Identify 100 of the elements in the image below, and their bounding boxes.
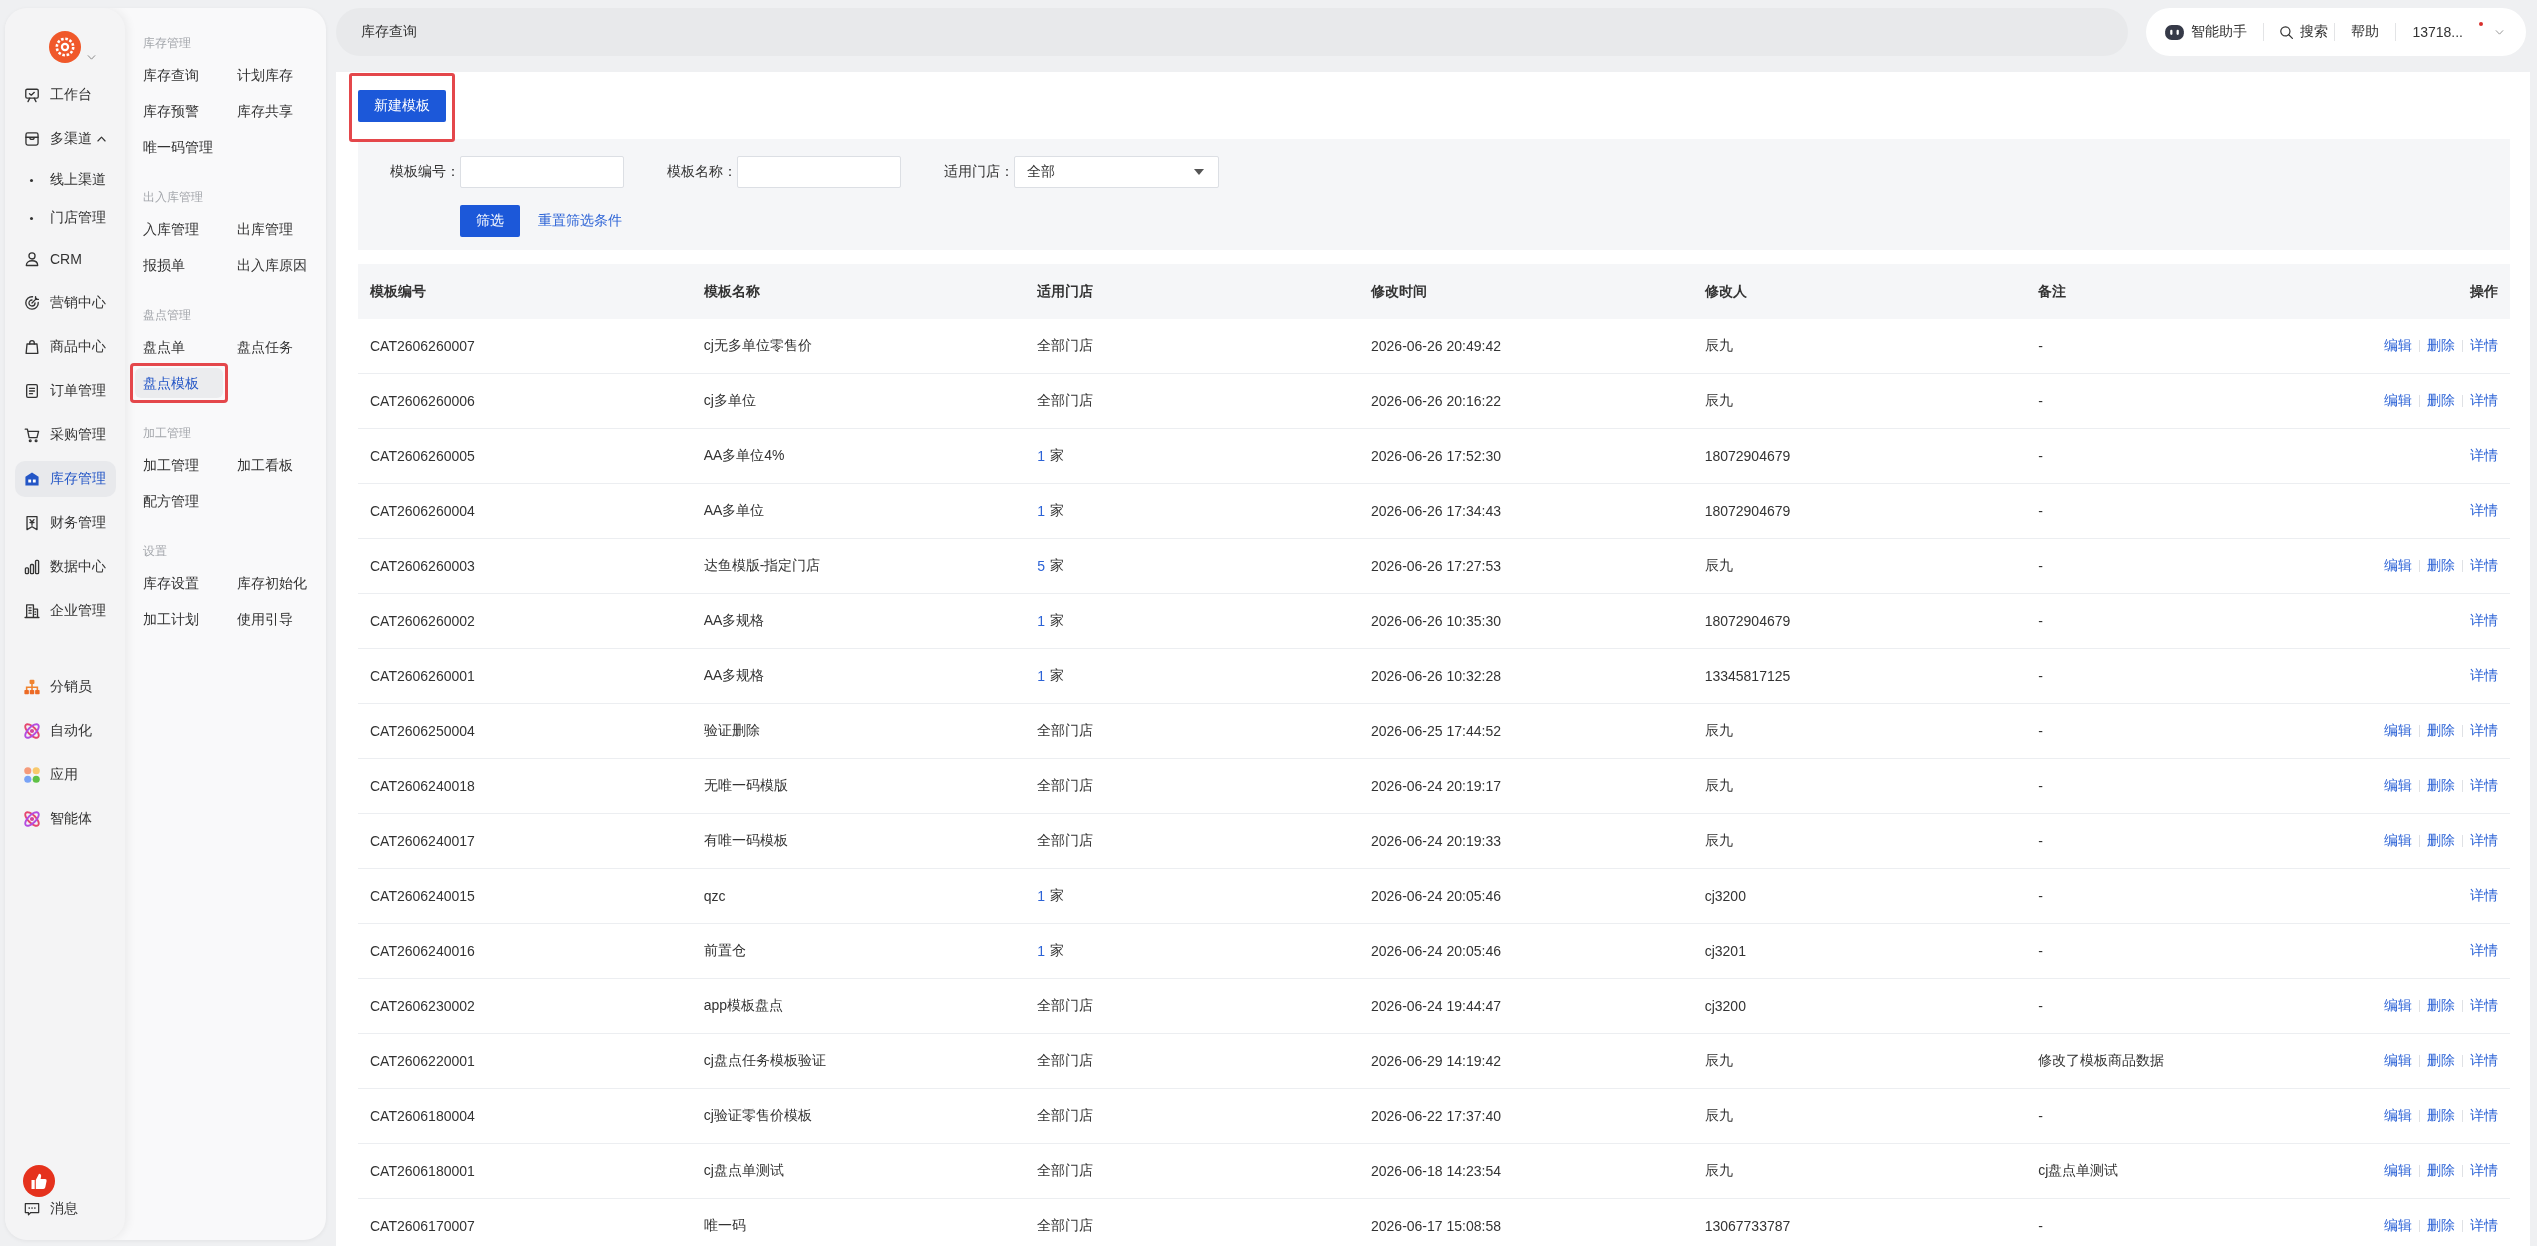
row-action-link[interactable]: 编辑	[2384, 337, 2412, 355]
assistant-button[interactable]: 智能助手	[2165, 23, 2248, 41]
row-action-link[interactable]: 详情	[2470, 1217, 2498, 1235]
row-action-link[interactable]: 编辑	[2384, 832, 2412, 850]
app-nav-item[interactable]: 智能体	[15, 801, 116, 837]
row-action-link[interactable]: 详情	[2470, 447, 2498, 465]
row-action-link[interactable]: 详情	[2470, 997, 2498, 1015]
row-action-link[interactable]: 编辑	[2384, 722, 2412, 740]
row-action-link[interactable]: 删除	[2427, 1052, 2455, 1070]
nav-item[interactable]: 采购管理	[15, 417, 116, 453]
nav-item[interactable]: 库存管理	[15, 461, 116, 497]
row-action-link[interactable]: 编辑	[2384, 997, 2412, 1015]
submenu-item[interactable]: 库存预警	[135, 96, 223, 126]
row-action-link[interactable]: 详情	[2470, 832, 2498, 850]
submenu-item[interactable]: 加工看板	[229, 450, 317, 480]
submenu-item[interactable]: 出入库原因	[229, 250, 317, 280]
filter-button[interactable]: 筛选	[460, 205, 520, 237]
row-action-link[interactable]: 编辑	[2384, 1107, 2412, 1125]
row-action-link[interactable]: 详情	[2470, 502, 2498, 520]
submenu-item[interactable]: 库存共享	[229, 96, 317, 126]
nav-item[interactable]: 订单管理	[15, 373, 116, 409]
store-count-link[interactable]: 1	[1037, 613, 1046, 629]
app-nav-item[interactable]: 分销员	[15, 669, 116, 705]
nav-item[interactable]: 营销中心	[15, 285, 116, 321]
nav-item[interactable]: 财务管理	[15, 505, 116, 541]
account-button[interactable]: 13718...	[2412, 22, 2504, 42]
row-action-link[interactable]: 详情	[2470, 1052, 2498, 1070]
row-action-link[interactable]: 删除	[2427, 1107, 2455, 1125]
row-action-link[interactable]: 编辑	[2384, 777, 2412, 795]
row-action-link[interactable]: 详情	[2470, 1162, 2498, 1180]
row-action-link[interactable]: 详情	[2470, 777, 2498, 795]
submenu-item[interactable]: 盘点模板	[135, 368, 223, 398]
store-count-link[interactable]: 1	[1037, 668, 1046, 684]
search-button[interactable]: 搜索	[2280, 23, 2329, 41]
row-action-link[interactable]: 删除	[2427, 777, 2455, 795]
row-action-link[interactable]: 编辑	[2384, 1217, 2412, 1235]
row-action-link[interactable]: 删除	[2427, 1162, 2455, 1180]
select-field[interactable]: 全部	[1014, 156, 1219, 188]
row-action-link[interactable]: 详情	[2470, 612, 2498, 630]
messages-item[interactable]: 消息	[15, 1197, 116, 1221]
row-action-link[interactable]: 详情	[2470, 942, 2498, 960]
nav-item[interactable]: 企业管理	[15, 593, 116, 629]
nav-item[interactable]: 工作台	[15, 77, 116, 113]
new-template-button[interactable]: 新建模板	[358, 90, 446, 122]
store-count-link[interactable]: 1	[1037, 448, 1046, 464]
logo-icon[interactable]	[49, 31, 81, 63]
nav-subitem[interactable]: 门店管理	[15, 203, 116, 233]
row-action-link[interactable]: 编辑	[2384, 557, 2412, 575]
store-unit-text: 家	[1050, 447, 1065, 465]
submenu-item[interactable]: 盘点单	[135, 332, 223, 362]
row-action-link[interactable]: 删除	[2427, 392, 2455, 410]
submenu-item[interactable]: 库存查询	[135, 60, 223, 90]
nav-subitem[interactable]: 线上渠道	[15, 165, 116, 195]
input-field[interactable]	[460, 156, 624, 188]
submenu-item[interactable]: 报损单	[135, 250, 223, 280]
row-action-link[interactable]: 详情	[2470, 392, 2498, 410]
page-tab[interactable]: 库存查询	[336, 8, 2129, 56]
row-action-link[interactable]: 详情	[2470, 1107, 2498, 1125]
thumbs-up-icon[interactable]	[23, 1165, 55, 1197]
row-action-link[interactable]: 删除	[2427, 337, 2455, 355]
submenu-item[interactable]: 出库管理	[229, 214, 317, 244]
row-action-link[interactable]: 删除	[2427, 997, 2455, 1015]
row-action-link[interactable]: 详情	[2470, 337, 2498, 355]
submenu-item[interactable]: 唯一码管理	[135, 132, 223, 162]
nav-item[interactable]: 数据中心	[15, 549, 116, 585]
store-count-link[interactable]: 1	[1037, 503, 1046, 519]
row-action-link[interactable]: 详情	[2470, 887, 2498, 905]
row-action-link[interactable]: 编辑	[2384, 392, 2412, 410]
submenu-item[interactable]: 盘点任务	[229, 332, 317, 362]
row-action-link[interactable]: 详情	[2470, 557, 2498, 575]
submenu-item[interactable]: 库存设置	[135, 568, 223, 598]
nav-item[interactable]: 多渠道	[15, 121, 116, 157]
row-action-link[interactable]: 编辑	[2384, 1162, 2412, 1180]
submenu-item[interactable]: 入库管理	[135, 214, 223, 244]
store-count-link[interactable]: 1	[1037, 888, 1046, 904]
help-button[interactable]: 帮助	[2351, 23, 2380, 41]
store-count-link[interactable]: 1	[1037, 943, 1046, 959]
submenu-item[interactable]: 使用引导	[229, 604, 317, 634]
submenu-item[interactable]: 加工管理	[135, 450, 223, 480]
store-unit-text: 家	[1050, 942, 1065, 960]
row-action-link[interactable]: 删除	[2427, 557, 2455, 575]
app-nav-item[interactable]: 应用	[15, 757, 116, 793]
row-action-link[interactable]: 编辑	[2384, 1052, 2412, 1070]
app-nav-item[interactable]: 自动化	[15, 713, 116, 749]
chevron-down-icon[interactable]	[87, 55, 96, 60]
submenu-item[interactable]: 计划库存	[229, 60, 317, 90]
row-action-link[interactable]: 详情	[2470, 667, 2498, 685]
store-scope-text: 全部门店	[1037, 777, 1094, 795]
row-action-link[interactable]: 删除	[2427, 1217, 2455, 1235]
reset-filters-link[interactable]: 重置筛选条件	[538, 212, 622, 230]
nav-item[interactable]: 商品中心	[15, 329, 116, 365]
store-count-link[interactable]: 5	[1037, 558, 1046, 574]
submenu-item[interactable]: 加工计划	[135, 604, 223, 634]
input-field[interactable]	[737, 156, 901, 188]
submenu-item[interactable]: 配方管理	[135, 486, 223, 516]
submenu-item[interactable]: 库存初始化	[229, 568, 317, 598]
nav-item[interactable]: CRM	[15, 241, 116, 277]
row-action-link[interactable]: 删除	[2427, 722, 2455, 740]
row-action-link[interactable]: 详情	[2470, 722, 2498, 740]
row-action-link[interactable]: 删除	[2427, 832, 2455, 850]
